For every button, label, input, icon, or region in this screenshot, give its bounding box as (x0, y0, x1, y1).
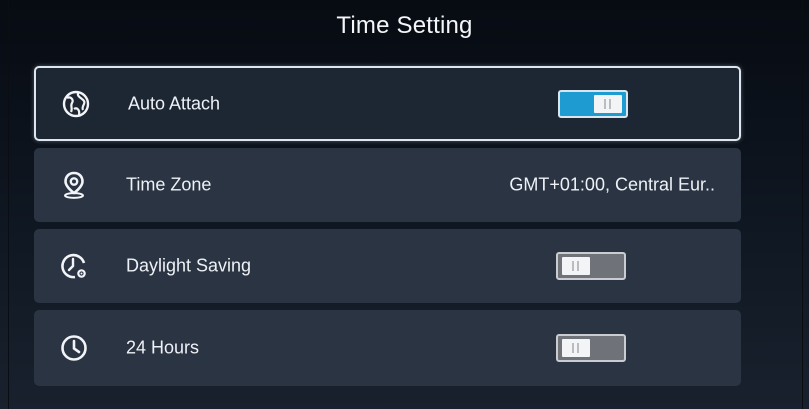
24-hours-toggle[interactable] (556, 334, 626, 362)
setting-row-time-zone[interactable]: Time Zone GMT+01:00, Central Eur.. (34, 148, 741, 222)
clock-icon (58, 332, 90, 364)
toggle-knob (594, 94, 622, 113)
setting-row-24-hours[interactable]: 24 Hours (34, 310, 741, 386)
auto-attach-toggle[interactable] (558, 89, 628, 118)
setting-label-time-zone: Time Zone (126, 174, 212, 195)
setting-label-auto-attach: Auto Attach (128, 93, 221, 113)
globe-icon (60, 88, 92, 120)
location-pin-icon (58, 169, 90, 201)
clock-gear-icon (58, 250, 90, 282)
time-zone-value: GMT+01:00, Central Eur.. (509, 174, 715, 195)
toggle-knob (562, 339, 590, 357)
daylight-saving-toggle[interactable] (556, 252, 626, 280)
setting-label-daylight-saving: Daylight Saving (126, 255, 252, 276)
setting-label-24-hours: 24 Hours (126, 337, 200, 358)
setting-row-auto-attach[interactable]: Auto Attach (34, 66, 741, 141)
toggle-knob (562, 257, 590, 275)
page-title: Time Setting (336, 12, 473, 39)
setting-row-daylight-saving[interactable]: Daylight Saving (34, 229, 741, 303)
